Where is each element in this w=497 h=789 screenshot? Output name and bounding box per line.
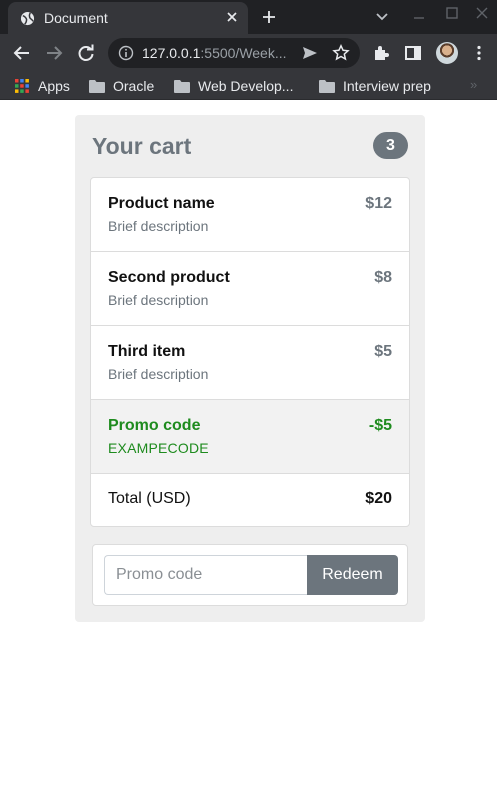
tab-title: Document (44, 10, 108, 26)
more-menu-icon[interactable] (470, 44, 488, 62)
folder-icon (174, 79, 190, 93)
bookmark-web-development[interactable]: Web Develop... (174, 76, 293, 96)
bookmark-apps-label: Apps (38, 78, 70, 94)
promo-code-row: Promo code EXAMPECODE -$5 (91, 400, 409, 474)
browser-tab[interactable]: Document (8, 2, 248, 34)
tab-search-chevron-icon[interactable] (375, 10, 389, 24)
item-description: Brief description (108, 366, 209, 382)
maximize-icon[interactable] (445, 6, 459, 20)
minimize-icon[interactable] (412, 8, 426, 22)
item-price: $12 (365, 195, 392, 212)
cart-item: Third item Brief description $5 (91, 326, 409, 400)
item-description: Brief description (108, 292, 209, 308)
browser-tab-strip: Document (0, 0, 497, 34)
close-tab-icon[interactable] (224, 9, 240, 25)
send-icon[interactable] (302, 45, 318, 61)
item-description: Brief description (108, 218, 209, 234)
profile-avatar[interactable] (436, 42, 458, 64)
promo-code-form: Redeem (92, 544, 408, 606)
redeem-button[interactable]: Redeem (307, 555, 398, 595)
cart-title: Your cart (92, 133, 192, 159)
reload-icon[interactable] (77, 44, 95, 62)
bookmark-apps[interactable]: Apps (14, 76, 70, 96)
bookmark-star-icon[interactable] (332, 44, 350, 62)
cart-panel: Your cart 3 Product name Brief descripti… (75, 115, 425, 622)
promo-discount: -$5 (368, 417, 392, 434)
new-tab-icon[interactable] (261, 9, 277, 25)
cart-count-badge: 3 (373, 132, 408, 159)
folder-icon (89, 79, 105, 93)
more-bookmarks-chevron[interactable]: » (470, 77, 477, 92)
back-arrow-icon[interactable] (13, 44, 31, 62)
bookmark-web-development-label: Web Develop... (198, 78, 294, 94)
bookmark-oracle-label: Oracle (113, 78, 155, 94)
url-path: :5500/Week... (200, 45, 287, 61)
bookmarks-bar: Apps Oracle Web Develop... Interview pre… (0, 72, 497, 100)
url-host: 127.0.0.1 (142, 45, 201, 61)
item-price: $5 (374, 343, 392, 360)
folder-icon (319, 79, 335, 93)
item-name: Product name (108, 195, 215, 212)
cart-item-list: Product name Brief description $12 Secon… (90, 177, 410, 527)
total-label: Total (USD) (108, 490, 191, 507)
promo-code-value: EXAMPECODE (108, 440, 209, 456)
promo-label: Promo code (108, 417, 201, 434)
globe-icon (20, 11, 35, 26)
close-window-icon[interactable] (475, 6, 489, 20)
total-row: Total (USD) $20 (91, 474, 409, 526)
item-name: Second product (108, 269, 230, 286)
bookmark-interview-prep[interactable]: Interview prep (319, 76, 431, 96)
extensions-puzzle-icon[interactable] (372, 44, 390, 62)
browser-toolbar: 127.0.0.1:5500/Week... (0, 34, 497, 72)
address-bar[interactable]: 127.0.0.1:5500/Week... (108, 38, 360, 68)
url-text: 127.0.0.1:5500/Week... (142, 45, 287, 61)
apps-grid-icon (15, 79, 29, 93)
bookmark-oracle[interactable]: Oracle (89, 76, 154, 96)
side-panel-icon[interactable] (404, 44, 422, 62)
cart-item: Product name Brief description $12 (91, 178, 409, 252)
total-amount: $20 (365, 490, 392, 507)
cart-item: Second product Brief description $8 (91, 252, 409, 326)
promo-code-input[interactable] (104, 555, 308, 595)
site-info-icon[interactable] (118, 45, 134, 61)
bookmark-interview-prep-label: Interview prep (343, 78, 431, 94)
item-name: Third item (108, 343, 186, 360)
forward-arrow-icon[interactable] (45, 44, 63, 62)
item-price: $8 (374, 269, 392, 286)
